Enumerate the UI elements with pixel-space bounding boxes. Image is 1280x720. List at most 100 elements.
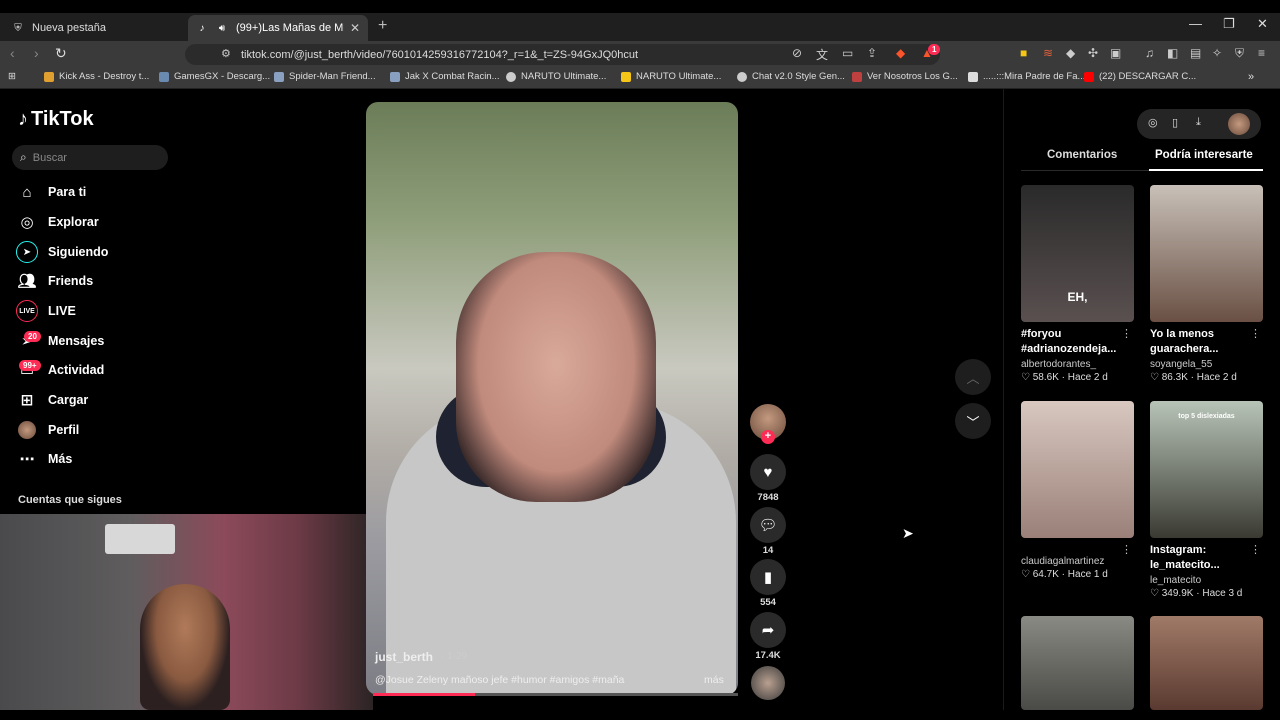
tab-new[interactable]: ⛨ Nueva pestaña [4, 15, 184, 41]
like-button[interactable]: ♥ [750, 454, 786, 490]
bookmark-item[interactable]: GamesGX - Descarg... [159, 71, 270, 82]
save-button[interactable]: ▮ [750, 559, 786, 595]
card-thumbnail[interactable]: top 5 dislexiadas [1150, 401, 1263, 538]
card-menu-icon[interactable]: ⋮ [1121, 543, 1132, 556]
recommended-card[interactable]: top 5 dislexiadas ⋮ Instagram: le_mateci… [1150, 401, 1263, 599]
bookmark-label: Chat v2.0 Style Gen... [752, 71, 845, 82]
music-icon[interactable]: ♫ [1145, 46, 1154, 60]
sidebar-item-live[interactable]: LIVE LIVE [16, 299, 76, 323]
caption-more-link[interactable]: más [704, 674, 724, 686]
card-meta: ♡ 86.3K · Hace 2 d [1150, 372, 1237, 383]
sidebar-item-friends[interactable]: 👥︎ Friends [16, 269, 93, 293]
recommended-card[interactable] [1021, 616, 1134, 710]
sidebar-item-perfil[interactable]: Perfil [16, 418, 79, 442]
wallet-card-icon[interactable]: ▤ [1190, 46, 1201, 60]
bookmark-item[interactable]: Jak X Combat Racin... [390, 71, 500, 82]
comment-button[interactable]: 💬︎ [750, 507, 786, 543]
more-bookmarks-icon[interactable]: » [1248, 71, 1254, 83]
reload-icon[interactable]: ↻ [55, 45, 67, 62]
vpn-icon[interactable]: ≋ [1043, 46, 1053, 60]
bookmark-item[interactable]: NARUTO Ultimate... [506, 71, 606, 82]
bookmark-item[interactable]: Spider-Man Friend... [274, 71, 376, 82]
download-icon[interactable]: ⤓ [1196, 116, 1201, 129]
new-tab-button[interactable]: + [378, 17, 387, 35]
menu-icon[interactable]: ≡ [1258, 46, 1265, 60]
site-info-icon[interactable]: ⚙︎ [221, 47, 231, 60]
card-menu-icon[interactable]: ⋮ [1250, 327, 1261, 340]
bookmark-item[interactable]: .....:::Mira Padre de Fa... [968, 71, 1085, 82]
card-user[interactable]: soyangela_55 [1150, 359, 1263, 370]
tiktok-logo[interactable]: ♪ TikTok [18, 108, 94, 131]
search-input[interactable]: ⌕ Buscar [12, 145, 168, 170]
tab-podria-interesarte[interactable]: Podría interesarte [1155, 149, 1253, 161]
sidebar-item-cargar[interactable]: ⊞ Cargar [16, 388, 89, 412]
phone-icon[interactable]: ▯ [1172, 116, 1178, 129]
apps-icon[interactable]: ⊞ [8, 71, 16, 82]
sidebar-item-siguiendo[interactable]: ➤ Siguiendo [16, 240, 108, 264]
no-tracking-icon[interactable]: ⊘ [792, 46, 802, 60]
card-menu-icon[interactable]: ⋮ [1250, 543, 1261, 556]
music-disc[interactable] [751, 666, 785, 700]
close-icon[interactable]: ✕ [350, 21, 360, 35]
video-player[interactable] [366, 102, 738, 695]
card-title: Yo la menos guarachera... [1150, 328, 1219, 355]
minimize-icon[interactable]: — [1189, 16, 1202, 31]
card-thumbnail[interactable] [1021, 401, 1134, 538]
share-button[interactable]: ➦ [750, 612, 786, 648]
card-meta: ♡ 349.9K · Hace 3 d [1150, 588, 1243, 599]
video-caption[interactable]: @Josue Zeleny mañoso jefe #humor #amigos… [375, 674, 624, 686]
forward-icon[interactable]: › [34, 45, 39, 61]
extension-icon[interactable]: ◆ [1066, 46, 1075, 60]
next-video-button[interactable]: ﹀ [955, 403, 991, 439]
follow-plus-icon[interactable]: + [761, 430, 775, 444]
translate-icon[interactable]: 文 [816, 46, 828, 63]
bookmark-label: NARUTO Ultimate... [636, 71, 722, 82]
tab-tiktok[interactable]: ♪ 🔊︎ (99+)Las Mañas de Mis Amig ✕ [188, 15, 368, 41]
maximize-icon[interactable]: ❐ [1223, 16, 1235, 32]
media-icon[interactable]: ▣ [1110, 46, 1121, 60]
vpn-shield-icon[interactable]: ⛨ [1235, 46, 1244, 61]
tab-title: (99+)Las Mañas de Mis Amig [236, 22, 344, 34]
recommended-card[interactable]: EH, ⋮ #foryou #adrianozendeja... alberto… [1021, 185, 1134, 383]
bookmark-item[interactable]: Ver Nosotros Los G... [852, 71, 958, 82]
bookmark-item[interactable]: Chat v2.0 Style Gen... [737, 71, 845, 82]
brave-shield-icon[interactable]: ◆ [896, 46, 905, 60]
sidebar-item-para-ti[interactable]: ⌂ Para ti [16, 180, 86, 204]
bookmark-item[interactable]: Kick Ass - Destroy t... [44, 71, 149, 82]
card-thumbnail[interactable] [1150, 185, 1263, 322]
speaker-icon[interactable]: 🔊︎ [216, 22, 228, 34]
previous-video-button[interactable]: ︿ [955, 359, 991, 395]
puzzle-icon[interactable]: ✣ [1088, 46, 1098, 60]
sidebar-toggle-icon[interactable]: ◧ [1167, 46, 1178, 60]
card-user[interactable]: claudiagalmartinez [1021, 556, 1134, 567]
window-close-icon[interactable]: ✕ [1257, 16, 1268, 32]
back-icon[interactable]: ‹ [10, 45, 15, 61]
card-user[interactable]: albertodorantes_ [1021, 359, 1134, 370]
card-thumbnail[interactable] [1021, 616, 1134, 710]
sidebar-item-explorar[interactable]: ◎ Explorar [16, 210, 98, 234]
video-progress-bar[interactable] [373, 693, 738, 696]
sidebar-item-label: Mensajes [48, 334, 105, 348]
share-icon[interactable]: ⇪ [867, 46, 877, 60]
card-menu-icon[interactable]: ⋮ [1121, 327, 1132, 340]
like-count: 7848 [757, 492, 779, 503]
bookmark-label: (22) DESCARGAR C... [1099, 71, 1197, 82]
recommended-card[interactable]: ⋮ Yo la menos guarachera... soyangela_55… [1150, 185, 1263, 383]
video-author[interactable]: just_berth [375, 650, 433, 664]
sidebar-item-mas[interactable]: ⋯ Más [16, 447, 73, 471]
ai-icon[interactable]: ✧ [1212, 46, 1222, 60]
heart-outline-icon: ♡ [1150, 588, 1159, 599]
card-user[interactable]: le_matecito [1150, 575, 1263, 586]
card-thumbnail[interactable]: EH, [1021, 185, 1134, 322]
compass-icon[interactable]: ◎ [1148, 116, 1158, 129]
tab-comentarios[interactable]: Comentarios [1047, 149, 1117, 161]
bookmark-item[interactable]: (22) DESCARGAR C... [1084, 71, 1196, 82]
globe-icon [737, 71, 747, 82]
wallet-icon[interactable]: ■ [1020, 46, 1027, 60]
bookmark-item[interactable]: NARUTO Ultimate... [621, 71, 721, 82]
cast-icon[interactable]: ▭ [842, 46, 853, 60]
recommended-card[interactable] [1150, 616, 1263, 710]
profile-avatar[interactable] [1228, 113, 1250, 135]
card-thumbnail[interactable] [1150, 616, 1263, 710]
recommended-card[interactable]: ⋮ claudiagalmartinez ♡ 64.7K · Hace 1 d [1021, 401, 1134, 580]
